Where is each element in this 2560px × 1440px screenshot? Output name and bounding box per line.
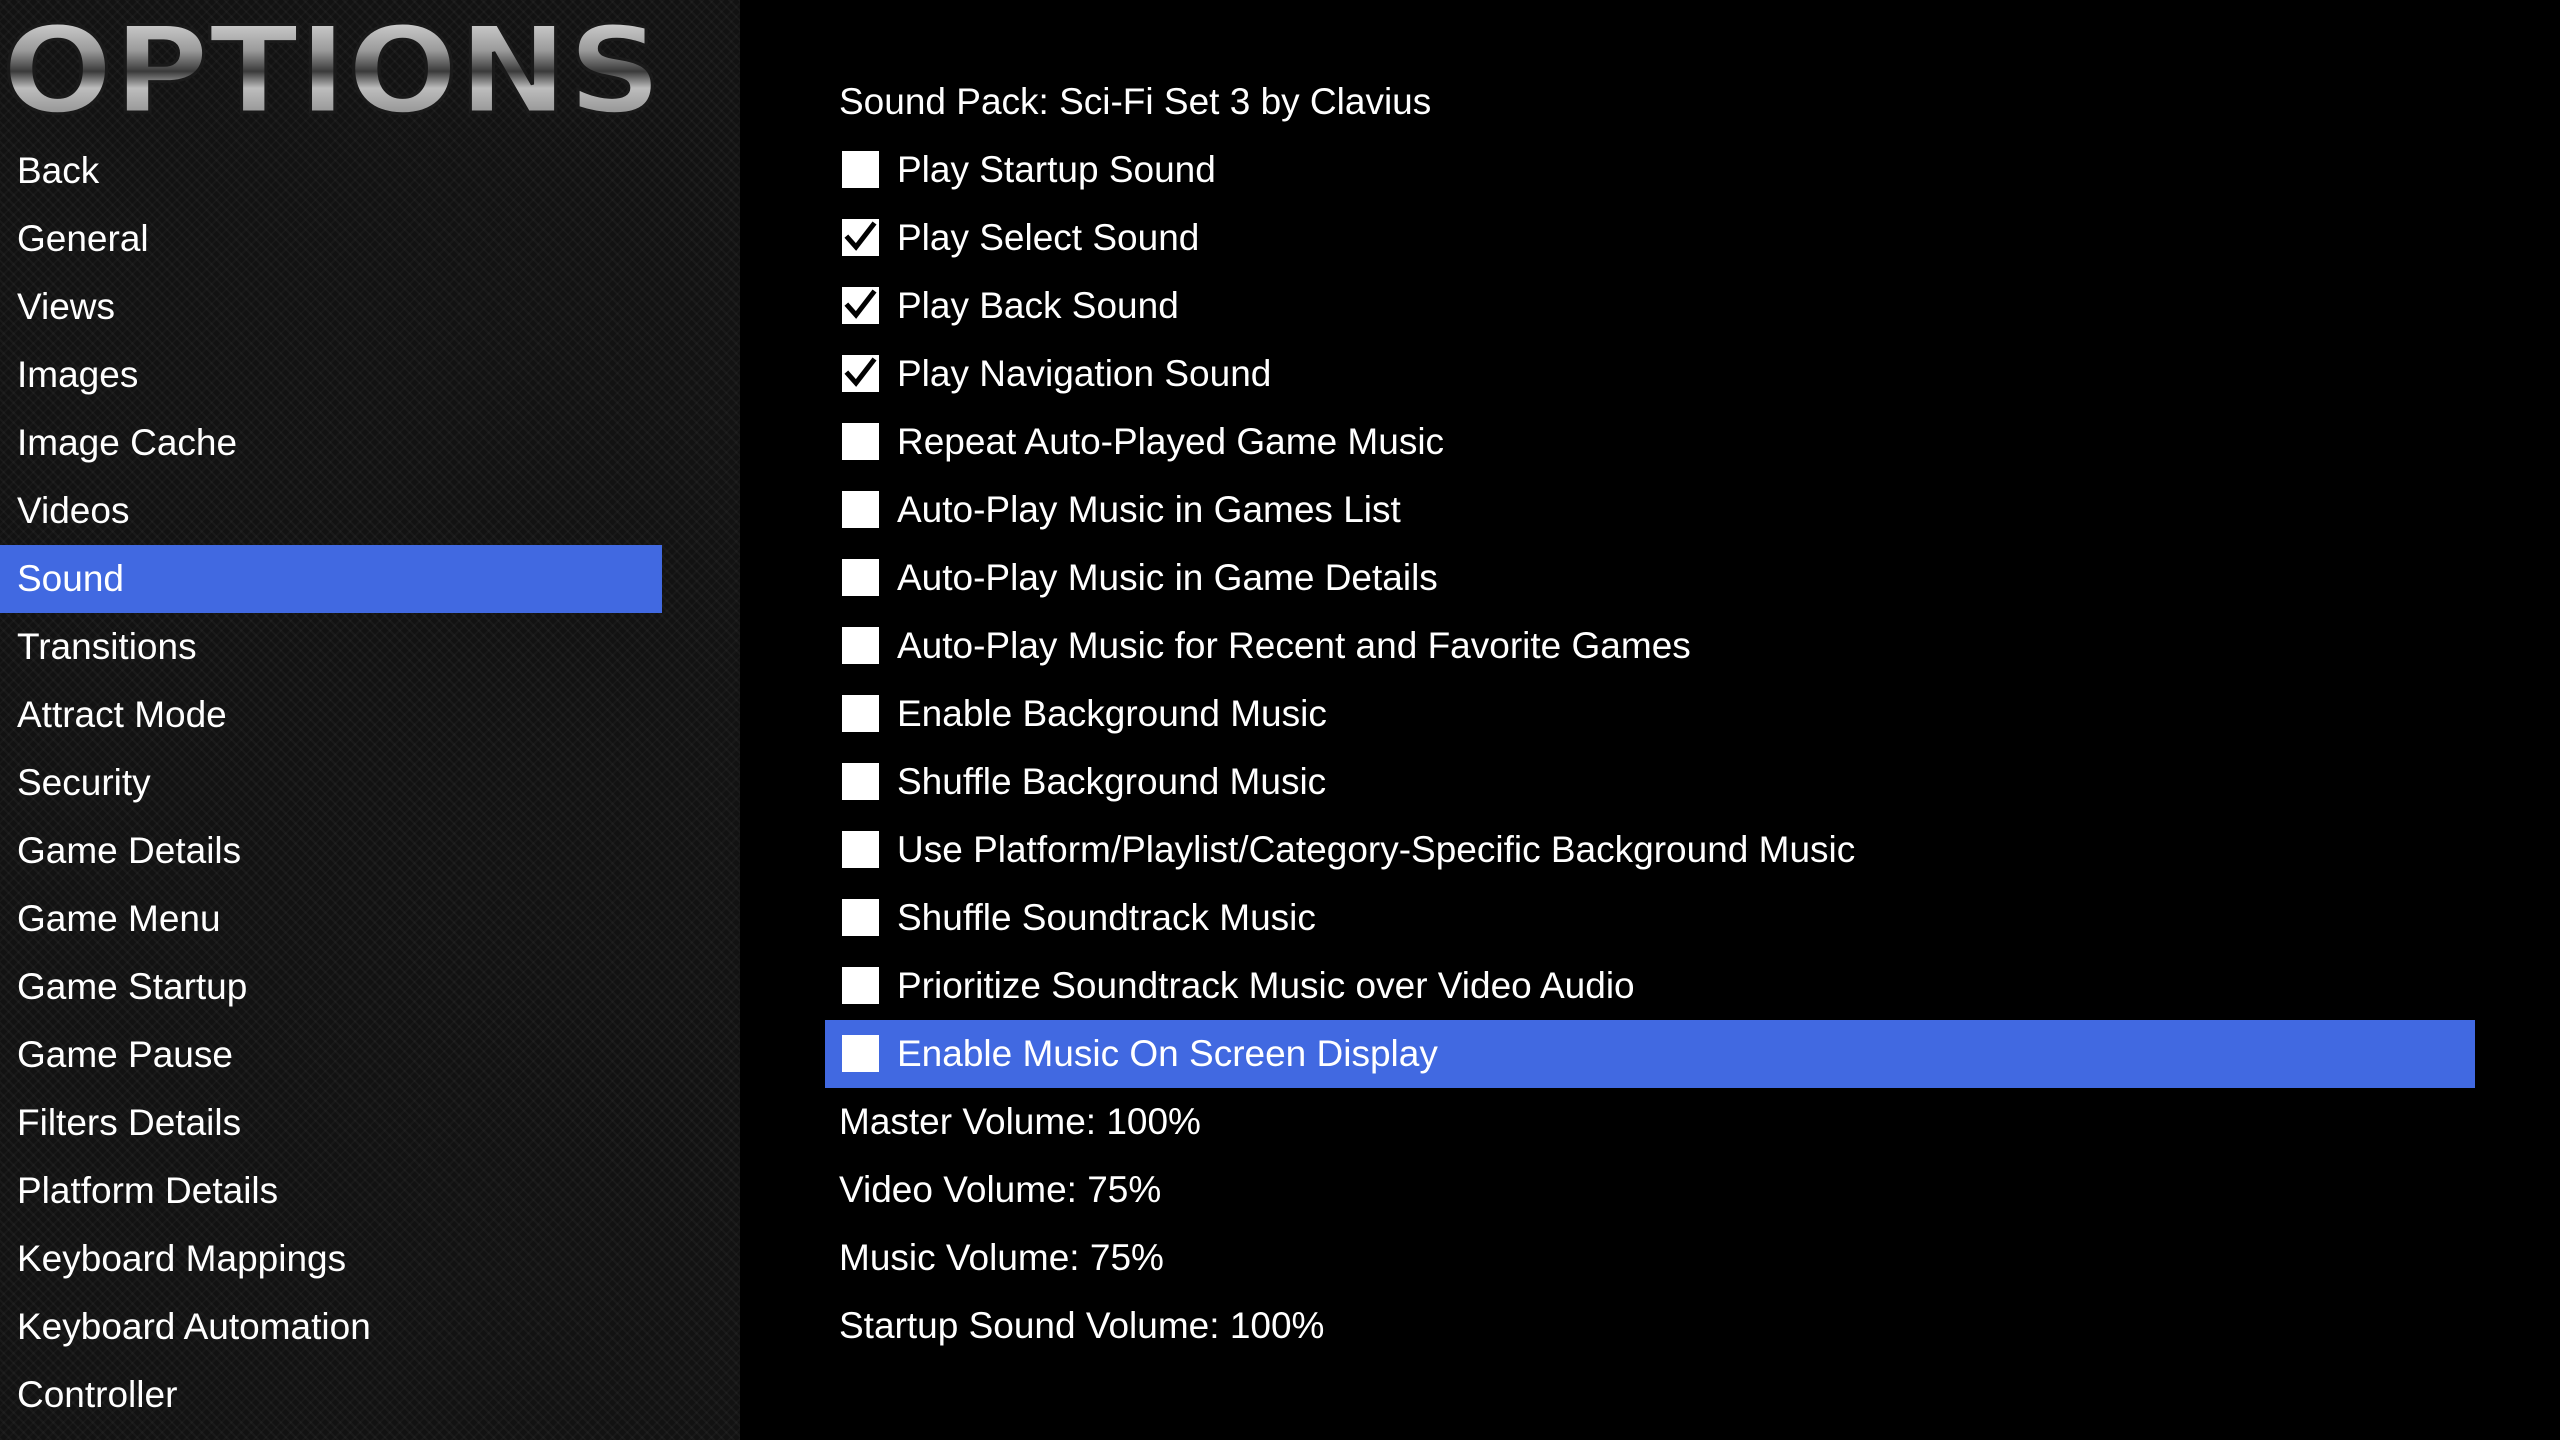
empty-checkbox-icon <box>842 1035 879 1072</box>
option-label: Play Startup Sound <box>897 149 1216 190</box>
empty-checkbox-icon <box>842 423 879 460</box>
option-label: Play Navigation Sound <box>897 353 1272 394</box>
empty-checkbox-icon <box>842 627 879 664</box>
option-enable-background-music[interactable]: Enable Background Music <box>825 680 2475 748</box>
volume-settings-list: Master Volume: 100% Video Volume: 75% Musi… <box>825 1088 2475 1360</box>
option-auto-play-music-in-games-list[interactable]: Auto-Play Music in Games List <box>825 476 2475 544</box>
sidebar-item-transitions[interactable]: Transitions <box>0 613 662 681</box>
checkbox[interactable] <box>842 899 879 936</box>
master-volume-setting[interactable]: Master Volume: 100% <box>825 1088 2475 1156</box>
sidebar-item-filters-details[interactable]: Filters Details <box>0 1089 662 1157</box>
master-volume-label: Master Volume: 100% <box>839 1101 1201 1142</box>
empty-checkbox-icon <box>842 899 879 936</box>
checkmark-icon <box>844 221 877 251</box>
checkbox[interactable] <box>842 559 879 596</box>
sidebar-item-game-menu[interactable]: Game Menu <box>0 885 662 953</box>
sidebar-item-general[interactable]: General <box>0 205 662 273</box>
sound-options-panel: Sound Pack: Sci-Fi Set 3 by Clavius Play… <box>825 68 2475 1360</box>
empty-checkbox-icon <box>842 763 879 800</box>
checkbox[interactable] <box>842 287 879 324</box>
option-use-platform-playlist-category-specific-background-music[interactable]: Use Platform/Playlist/Category-Specific … <box>825 816 2475 884</box>
startup-sound-volume-label: Startup Sound Volume: 100% <box>839 1305 1325 1346</box>
sidebar-nav: Back General Views Images Image Cache Videos S… <box>0 137 662 1429</box>
video-volume-label: Video Volume: 75% <box>839 1169 1162 1210</box>
sidebar-item-views[interactable]: Views <box>0 273 662 341</box>
option-prioritize-soundtrack-music-over-video-audio[interactable]: Prioritize Soundtrack Music over Video A… <box>825 952 2475 1020</box>
empty-checkbox-icon <box>842 491 879 528</box>
option-label: Enable Background Music <box>897 693 1327 734</box>
option-label: Shuffle Soundtrack Music <box>897 897 1316 938</box>
video-volume-setting[interactable]: Video Volume: 75% <box>825 1156 2475 1224</box>
option-label: Repeat Auto-Played Game Music <box>897 421 1445 462</box>
sidebar-item-image-cache[interactable]: Image Cache <box>0 409 662 477</box>
checkmark-icon <box>844 357 877 387</box>
option-auto-play-music-for-recent-and-favorite-games[interactable]: Auto-Play Music for Recent and Favorite … <box>825 612 2475 680</box>
options-logo-icon: OPTIONS <box>1 1 664 136</box>
music-volume-label: Music Volume: 75% <box>839 1237 1164 1278</box>
checkbox[interactable] <box>842 423 879 460</box>
sound-pack-row[interactable]: Sound Pack: Sci-Fi Set 3 by Clavius <box>825 68 2475 136</box>
option-label: Enable Music On Screen Display <box>897 1033 1438 1074</box>
option-repeat-auto-played-game-music[interactable]: Repeat Auto-Played Game Music <box>825 408 2475 476</box>
logo-text: OPTIONS <box>2 2 662 135</box>
option-shuffle-background-music[interactable]: Shuffle Background Music <box>825 748 2475 816</box>
option-label: Shuffle Background Music <box>897 761 1327 802</box>
option-label: Play Select Sound <box>897 217 1200 258</box>
checkbox[interactable] <box>842 831 879 868</box>
sidebar-item-security[interactable]: Security <box>0 749 662 817</box>
empty-checkbox-icon <box>842 559 879 596</box>
checkbox[interactable] <box>842 763 879 800</box>
empty-checkbox-icon <box>842 831 879 868</box>
checkbox[interactable] <box>842 151 879 188</box>
option-label: Auto-Play Music in Games List <box>897 489 1401 530</box>
checkbox[interactable] <box>842 1035 879 1072</box>
checkmark-icon <box>844 289 877 319</box>
startup-sound-volume-setting[interactable]: Startup Sound Volume: 100% <box>825 1292 2475 1360</box>
music-volume-setting[interactable]: Music Volume: 75% <box>825 1224 2475 1292</box>
checkbox[interactable] <box>842 695 879 732</box>
option-label: Use Platform/Playlist/Category-Specific … <box>897 829 1856 870</box>
sidebar-item-platform-details[interactable]: Platform Details <box>0 1157 662 1225</box>
checkbox[interactable] <box>842 491 879 528</box>
option-play-startup-sound[interactable]: Play Startup Sound <box>825 136 2475 204</box>
empty-checkbox-icon <box>842 967 879 1004</box>
sidebar-item-game-startup[interactable]: Game Startup <box>0 953 662 1021</box>
checkbox[interactable] <box>842 627 879 664</box>
sidebar-item-game-details[interactable]: Game Details <box>0 817 662 885</box>
sound-options-list: Play Startup Sound Play Select Sound Play … <box>825 136 2475 1088</box>
sidebar-item-controller[interactable]: Controller <box>0 1361 662 1429</box>
sidebar-item-images[interactable]: Images <box>0 341 662 409</box>
sidebar-item-sound[interactable]: Sound <box>0 545 662 613</box>
options-logo: OPTIONS <box>0 0 670 136</box>
option-label: Auto-Play Music in Game Details <box>897 557 1438 598</box>
sidebar-item-attract-mode[interactable]: Attract Mode <box>0 681 662 749</box>
sidebar-item-videos[interactable]: Videos <box>0 477 662 545</box>
option-enable-music-on-screen-display[interactable]: Enable Music On Screen Display <box>825 1020 2475 1088</box>
sidebar-item-keyboard-mappings[interactable]: Keyboard Mappings <box>0 1225 662 1293</box>
option-shuffle-soundtrack-music[interactable]: Shuffle Soundtrack Music <box>825 884 2475 952</box>
sidebar-item-keyboard-automation[interactable]: Keyboard Automation <box>0 1293 662 1361</box>
sidebar-item-game-pause[interactable]: Game Pause <box>0 1021 662 1089</box>
option-label: Play Back Sound <box>897 285 1179 326</box>
checkbox[interactable] <box>842 355 879 392</box>
option-auto-play-music-in-game-details[interactable]: Auto-Play Music in Game Details <box>825 544 2475 612</box>
option-label: Prioritize Soundtrack Music over Video A… <box>897 965 1635 1006</box>
sound-pack-label: Sound Pack: Sci-Fi Set 3 by Clavius <box>839 81 1432 122</box>
checkbox[interactable] <box>842 967 879 1004</box>
option-label: Auto-Play Music for Recent and Favorite … <box>897 625 1691 666</box>
sidebar: OPTIONS Back General Views Images Image Cach… <box>0 0 740 1440</box>
option-play-navigation-sound[interactable]: Play Navigation Sound <box>825 340 2475 408</box>
empty-checkbox-icon <box>842 151 879 188</box>
empty-checkbox-icon <box>842 695 879 732</box>
checkbox[interactable] <box>842 219 879 256</box>
option-play-back-sound[interactable]: Play Back Sound <box>825 272 2475 340</box>
sidebar-item-back[interactable]: Back <box>0 137 662 205</box>
option-play-select-sound[interactable]: Play Select Sound <box>825 204 2475 272</box>
